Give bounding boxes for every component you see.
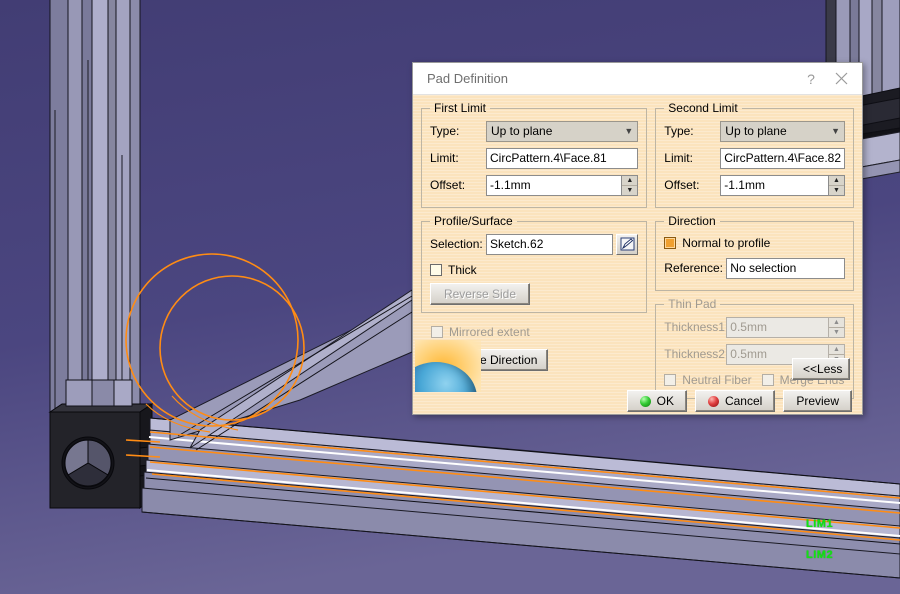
direction-reference-row: Reference: No selection bbox=[664, 256, 845, 280]
close-icon[interactable] bbox=[826, 67, 856, 91]
neutral-fiber-checkbox[interactable] bbox=[664, 374, 677, 386]
profile-selection-row: Selection: Sketch.62 bbox=[430, 232, 639, 256]
first-limit-limit-label: Limit: bbox=[430, 151, 459, 165]
first-limit-legend: First Limit bbox=[434, 101, 486, 115]
thick-checkbox[interactable] bbox=[430, 264, 442, 276]
neutral-fiber-row[interactable]: Neutral Fiber bbox=[664, 369, 752, 391]
second-limit-limit-row: Limit: CircPattern.4\Face.82 bbox=[664, 146, 845, 170]
second-limit-limit-input[interactable]: CircPattern.4\Face.82 bbox=[720, 147, 845, 169]
chevron-down-icon: ▼ bbox=[831, 126, 840, 136]
direction-legend: Direction bbox=[668, 214, 716, 228]
dialog-title: Pad Definition bbox=[427, 71, 508, 86]
reverse-side-button[interactable]: Reverse Side bbox=[430, 283, 530, 305]
ok-indicator-icon bbox=[639, 395, 651, 407]
less-button[interactable]: <<Less bbox=[792, 358, 850, 380]
profile-selection-label: Selection: bbox=[430, 237, 483, 251]
merge-ends-checkbox[interactable] bbox=[761, 374, 774, 386]
neutral-fiber-label: Neutral Fiber bbox=[682, 373, 752, 387]
first-limit-group: First Limit Type: Up to plane ▼ Limit: C… bbox=[421, 101, 648, 208]
thickness1-stepper[interactable]: ▲ ▼ bbox=[828, 316, 845, 338]
stepper-up-icon[interactable]: ▲ bbox=[829, 176, 844, 186]
normal-to-profile-row[interactable]: Normal to profile bbox=[664, 232, 845, 254]
first-limit-limit-row: Limit: CircPattern.4\Face.81 bbox=[430, 146, 639, 170]
cancel-button[interactable]: Cancel bbox=[694, 390, 776, 412]
thin-pad-legend: Thin Pad bbox=[668, 297, 717, 311]
first-limit-offset-label: Offset: bbox=[430, 178, 466, 192]
thick-checkbox-row[interactable]: Thick bbox=[430, 259, 638, 281]
first-limit-type-value: Up to plane bbox=[491, 124, 553, 138]
cancel-label: Cancel bbox=[724, 394, 763, 408]
thickness1-input[interactable]: 0.5mm bbox=[726, 316, 828, 338]
dialog-titlebar[interactable]: Pad Definition ? bbox=[413, 63, 862, 95]
direction-group: Direction Normal to profile Reference: N… bbox=[655, 214, 854, 291]
mirrored-extent-label: Mirrored extent bbox=[449, 325, 530, 339]
second-limit-offset-stepper[interactable]: ▲ ▼ bbox=[828, 174, 845, 196]
mirrored-extent-checkbox[interactable] bbox=[431, 326, 443, 338]
chevron-down-icon: ▼ bbox=[624, 126, 634, 136]
thickness2-label: Thickness2 bbox=[664, 347, 725, 361]
limit-label-lim1: LIM1 bbox=[806, 518, 834, 530]
dialog-body: First Limit Type: Up to plane ▼ Limit: C… bbox=[413, 95, 862, 414]
first-limit-limit-input[interactable]: CircPattern.4\Face.81 bbox=[486, 147, 639, 169]
ok-button[interactable]: OK bbox=[626, 390, 687, 412]
sketch-pencil-icon[interactable] bbox=[616, 233, 639, 255]
bracket-top-studs bbox=[65, 379, 133, 407]
pad-definition-dialog[interactable]: Pad Definition ? First Limit Type: Up to… bbox=[412, 62, 863, 415]
second-limit-offset-row: Offset: -1.1mm ▲ ▼ bbox=[664, 173, 845, 197]
second-limit-limit-label: Limit: bbox=[664, 151, 693, 165]
stepper-down-icon[interactable]: ▼ bbox=[829, 186, 844, 195]
question-mark-icon[interactable]: ? bbox=[796, 67, 826, 91]
thick-label: Thick bbox=[448, 263, 477, 277]
normal-to-profile-checkbox[interactable] bbox=[664, 237, 677, 249]
first-limit-type-label: Type: bbox=[430, 124, 460, 138]
first-limit-type-row: Type: Up to plane ▼ bbox=[430, 119, 639, 143]
second-limit-type-value: Up to plane bbox=[725, 124, 787, 138]
direction-reference-input[interactable]: No selection bbox=[726, 257, 845, 279]
stepper-up-icon[interactable]: ▲ bbox=[622, 176, 638, 186]
stepper-up-icon[interactable]: ▲ bbox=[829, 345, 844, 355]
preview-button[interactable]: Preview bbox=[783, 390, 852, 412]
profile-selection-input[interactable]: Sketch.62 bbox=[486, 233, 614, 255]
ok-label: OK bbox=[656, 394, 674, 408]
dialog-button-bar: OK Cancel Preview bbox=[626, 390, 852, 412]
first-limit-offset-input[interactable]: -1.1mm bbox=[486, 174, 622, 196]
profile-surface-group: Profile/Surface Selection: Sketch.62 Thi… bbox=[421, 214, 648, 313]
mirrored-extent-row[interactable]: Mirrored extent bbox=[421, 321, 647, 343]
second-limit-offset-input[interactable]: -1.1mm bbox=[720, 174, 828, 196]
cancel-indicator-icon bbox=[707, 395, 719, 407]
first-limit-offset-row: Offset: -1.1mm ▲ ▼ bbox=[430, 173, 639, 197]
stepper-down-icon[interactable]: ▼ bbox=[829, 328, 844, 337]
second-limit-offset-label: Offset: bbox=[664, 178, 700, 192]
direction-reference-label: Reference: bbox=[664, 261, 723, 275]
reverse-direction-button[interactable]: Reverse Direction bbox=[431, 349, 549, 371]
thickness1-row: Thickness1 0.5mm ▲ ▼ bbox=[664, 315, 845, 339]
profile-surface-legend: Profile/Surface bbox=[434, 214, 513, 228]
second-limit-type-select[interactable]: Up to plane ▼ bbox=[720, 120, 845, 142]
thickness1-label: Thickness1 bbox=[664, 320, 725, 334]
less-row: <<Less bbox=[792, 358, 850, 380]
stepper-down-icon[interactable]: ▼ bbox=[622, 186, 637, 195]
second-limit-group: Second Limit Type: Up to plane ▼ Limit: … bbox=[655, 101, 854, 208]
vertical-extrusion-left bbox=[49, 0, 141, 420]
second-limit-type-row: Type: Up to plane ▼ bbox=[664, 119, 845, 143]
second-limit-type-label: Type: bbox=[664, 124, 694, 138]
second-limit-legend: Second Limit bbox=[668, 101, 738, 115]
first-limit-type-select[interactable]: Up to plane ▼ bbox=[486, 120, 639, 142]
stepper-up-icon[interactable]: ▲ bbox=[829, 318, 844, 328]
first-limit-offset-stepper[interactable]: ▲ ▼ bbox=[621, 174, 639, 196]
limit-label-lim2: LIM2 bbox=[806, 549, 834, 561]
normal-to-profile-label: Normal to profile bbox=[682, 236, 771, 250]
thin-pad-group: Thin Pad Thickness1 0.5mm ▲ ▼ Thickness2… bbox=[655, 297, 854, 399]
